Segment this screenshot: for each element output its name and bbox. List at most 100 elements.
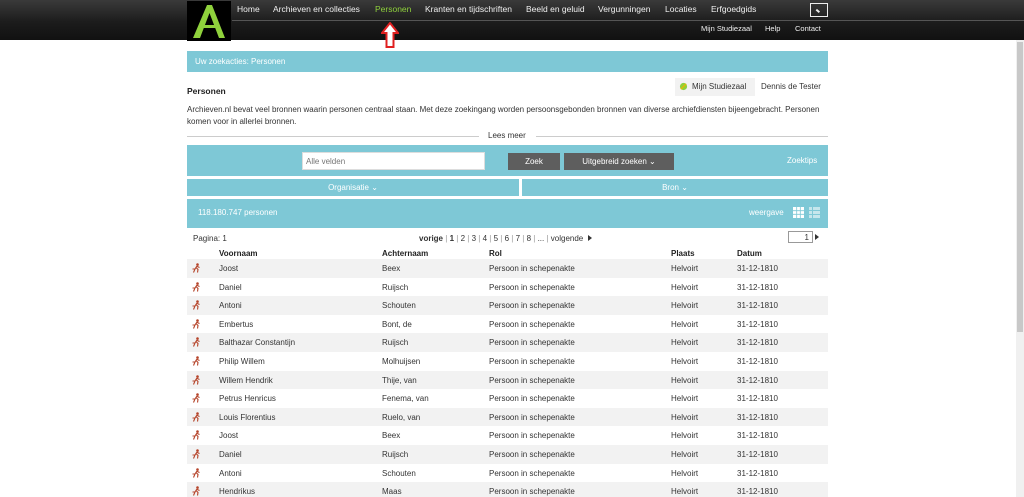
table-row[interactable]: Hendrikus Maas Persoon in schepenakte Helvo… bbox=[187, 482, 828, 497]
nav-locaties[interactable]: Locaties bbox=[665, 4, 697, 14]
site-logo[interactable] bbox=[187, 1, 231, 41]
cell-role: Persoon in schepenakte bbox=[489, 412, 575, 422]
column-header-rol[interactable]: Rol bbox=[489, 249, 502, 258]
cell-last-name: Ruijsch bbox=[382, 338, 409, 348]
page-number-input[interactable] bbox=[788, 231, 813, 243]
person-running-icon bbox=[192, 281, 200, 292]
cell-place: Helvoirt bbox=[671, 301, 699, 311]
intro-text: Archieven.nl bevat veel bronnen waarin p… bbox=[187, 105, 820, 126]
red-arrow-annotation-icon bbox=[381, 22, 399, 48]
pager-prev[interactable]: vorige bbox=[419, 234, 443, 243]
table-row[interactable]: Daniel Ruijsch Persoon in schepenakte Helvo… bbox=[187, 445, 828, 464]
user-name-link[interactable]: Dennis de Tester bbox=[761, 82, 821, 91]
table-row[interactable]: Louis Florentius Ruelo, van Persoon in sch… bbox=[187, 407, 828, 427]
table-row[interactable]: Joost Beex Persoon in schepenakte Helvoirt 3… bbox=[187, 259, 828, 278]
screen-resize-icon[interactable] bbox=[810, 3, 828, 17]
table-row[interactable]: Antoni Schouten Persoon in schepenakte Helv… bbox=[187, 464, 828, 483]
read-more-divider-right bbox=[536, 136, 828, 137]
nav-kranten[interactable]: Kranten en tijdschriften bbox=[425, 4, 512, 14]
column-header-datum[interactable]: Datum bbox=[737, 249, 762, 258]
cell-place: Helvoirt bbox=[671, 450, 699, 459]
nav-vergunningen[interactable]: Vergunningen bbox=[598, 4, 650, 14]
column-header-plaats[interactable]: Plaats bbox=[671, 249, 695, 258]
nav-help[interactable]: Help bbox=[765, 24, 780, 33]
person-running-icon bbox=[192, 356, 200, 366]
nav-archieven[interactable]: Archieven en collecties bbox=[273, 4, 360, 14]
table-row[interactable]: Balthazar Constantijn Ruijsch Persoon in s… bbox=[187, 333, 828, 352]
pager-page-4[interactable]: 4 bbox=[483, 234, 487, 243]
cell-first-name[interactable]: Balthazar Constantijn bbox=[219, 338, 295, 347]
nav-contact[interactable]: Contact bbox=[795, 24, 821, 33]
topbar-divider bbox=[232, 20, 1024, 21]
cell-first-name[interactable]: Willem Hendrik bbox=[219, 376, 273, 385]
read-more-link[interactable]: Lees meer bbox=[488, 131, 526, 140]
cell-first-name[interactable]: Embertus bbox=[219, 320, 253, 329]
scrollbar-thumb[interactable] bbox=[1017, 42, 1023, 332]
table-view-icon[interactable] bbox=[793, 207, 804, 218]
cell-last-name: Schouten bbox=[382, 301, 416, 311]
cell-first-name[interactable]: Louis Florentius bbox=[219, 413, 275, 422]
breadcrumb[interactable]: Uw zoekacties: Personen bbox=[195, 57, 285, 66]
cell-last-name: Ruelo, van bbox=[382, 412, 421, 422]
cell-date: 31-12-1810 bbox=[737, 338, 778, 348]
nav-mijn-studiezaal[interactable]: Mijn Studiezaal bbox=[701, 24, 752, 33]
filter-bron[interactable]: Bron ⌄ bbox=[522, 179, 828, 196]
cell-last-name: Beex bbox=[382, 431, 401, 441]
pager-page-8[interactable]: 8 bbox=[527, 234, 531, 243]
cell-first-name[interactable]: Joost bbox=[219, 431, 238, 440]
pager-next[interactable]: volgende bbox=[551, 234, 583, 243]
cell-first-name[interactable]: Daniel bbox=[219, 450, 242, 459]
column-header-achternaam[interactable]: Achternaam bbox=[382, 249, 428, 258]
cell-first-name[interactable]: Hendrikus bbox=[219, 487, 255, 496]
pager-next-arrow-icon[interactable] bbox=[587, 235, 592, 241]
cell-first-name[interactable]: Petrus Henricus bbox=[219, 394, 276, 403]
search-button[interactable]: Zoek bbox=[508, 153, 560, 170]
cell-first-name[interactable]: Antoni bbox=[219, 301, 242, 310]
cell-last-name: Ruijsch bbox=[382, 450, 409, 459]
results-bar bbox=[187, 199, 828, 228]
cell-first-name[interactable]: Antoni bbox=[219, 469, 242, 478]
cell-last-name: Ruijsch bbox=[382, 282, 409, 292]
nav-beeld-en-geluid[interactable]: Beeld en geluid bbox=[526, 4, 585, 14]
advanced-search-button[interactable]: Uitgebreid zoeken ⌄ bbox=[564, 153, 674, 170]
cell-last-name: Schouten bbox=[382, 468, 416, 478]
pager-page-3[interactable]: 3 bbox=[472, 234, 476, 243]
table-row[interactable]: Philip Willem Molhuijsen Persoon in schepe… bbox=[187, 352, 828, 371]
person-running-icon bbox=[192, 393, 200, 403]
pager-page-2[interactable]: 2 bbox=[461, 234, 465, 243]
table-row[interactable]: Antoni Schouten Persoon in schepenakte Helv… bbox=[187, 296, 828, 315]
mijn-studiezaal-button[interactable]: Mijn Studiezaal bbox=[675, 78, 755, 96]
column-header-voornaam[interactable]: Voornaam bbox=[219, 249, 258, 258]
pager-ellipsis[interactable]: ... bbox=[538, 234, 545, 243]
table-row[interactable]: Embertus Bont, de Persoon in schepenakte He… bbox=[187, 315, 828, 334]
cell-first-name[interactable]: Joost bbox=[219, 264, 238, 273]
table-row[interactable]: Petrus Henricus Fenema, van Persoon in sch… bbox=[187, 389, 828, 408]
top-navigation-bar bbox=[0, 0, 1024, 40]
cell-date: 31-12-1810 bbox=[737, 431, 778, 441]
pager-page-6[interactable]: 6 bbox=[505, 234, 509, 243]
filter-organisatie[interactable]: Organisatie ⌄ bbox=[187, 179, 519, 196]
studiezaal-icon bbox=[679, 82, 688, 91]
person-running-icon bbox=[192, 300, 200, 310]
table-row[interactable]: Joost Beex Persoon in schepenakte Helvoirt 3… bbox=[187, 426, 828, 445]
page-go-arrow-icon[interactable] bbox=[815, 234, 819, 240]
cell-first-name[interactable]: Philip Willem bbox=[219, 357, 265, 366]
nav-erfgoedgids[interactable]: Erfgoedgids bbox=[711, 4, 756, 14]
pager-page-7[interactable]: 7 bbox=[516, 234, 520, 243]
pager-page-5[interactable]: 5 bbox=[494, 234, 498, 243]
nav-home[interactable]: Home bbox=[237, 4, 260, 14]
cell-place: Helvoirt bbox=[671, 468, 699, 478]
search-tips-link[interactable]: Zoektips bbox=[787, 156, 817, 165]
nav-personen[interactable]: Personen bbox=[375, 4, 411, 14]
table-row[interactable]: Daniel Ruijsch Persoon in schepenakte Helvo… bbox=[187, 278, 828, 297]
cell-role: Persoon in schepenakte bbox=[489, 282, 575, 292]
page-scrollbar[interactable] bbox=[1016, 40, 1024, 497]
cell-place: Helvoirt bbox=[671, 487, 699, 497]
table-row[interactable]: Willem Hendrik Thije, van Persoon in schep… bbox=[187, 370, 828, 390]
cell-role: Persoon in schepenakte bbox=[489, 319, 575, 329]
chevron-down-icon: ⌄ bbox=[649, 157, 656, 166]
search-input[interactable] bbox=[302, 152, 485, 170]
cell-first-name[interactable]: Daniel bbox=[219, 283, 242, 292]
list-view-icon[interactable] bbox=[809, 207, 820, 218]
pager-page-1[interactable]: 1 bbox=[450, 234, 454, 243]
